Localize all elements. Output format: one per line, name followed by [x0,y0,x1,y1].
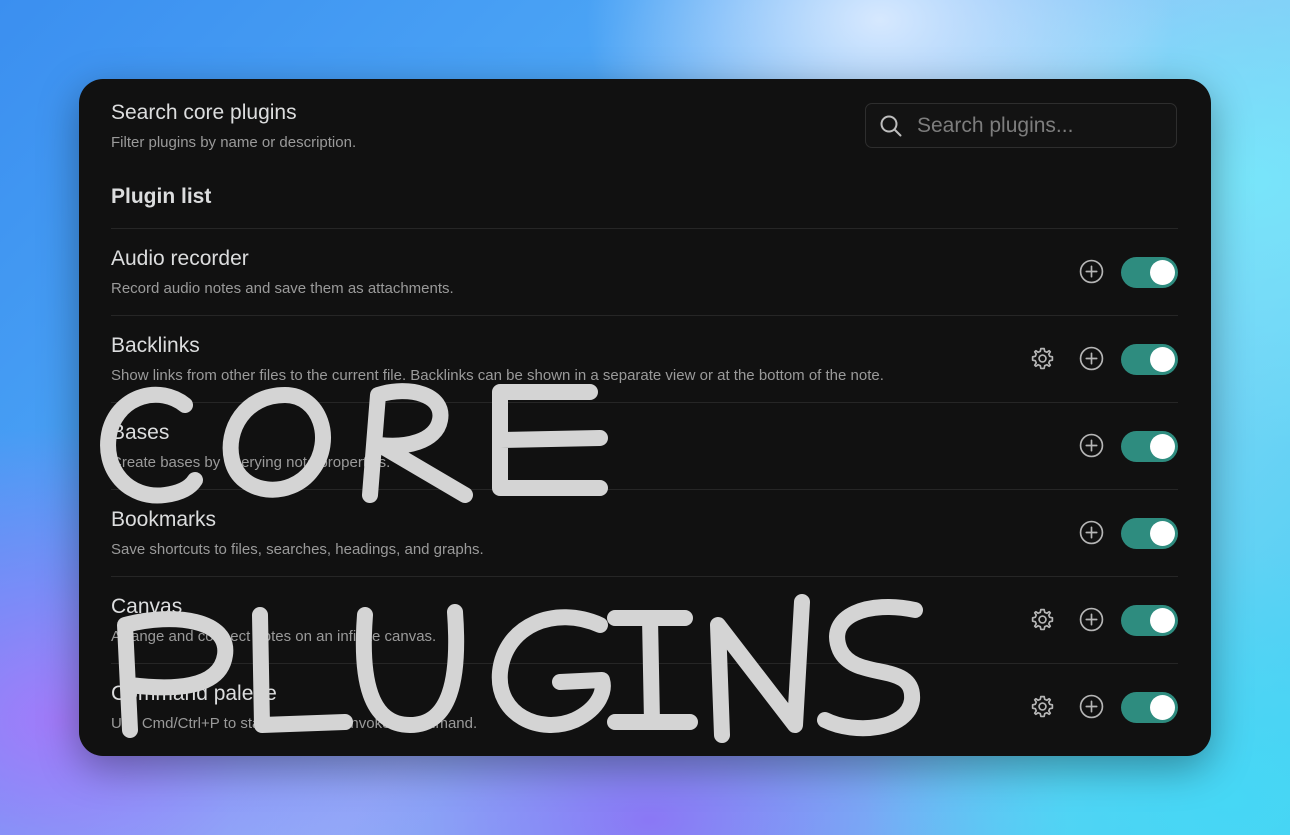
search-icon [880,115,902,136]
toggle-knob [1150,434,1175,459]
add-hotkey-icon[interactable] [1079,520,1104,545]
add-hotkey-icon[interactable] [1079,346,1104,371]
plugin-description: Save shortcuts to files, searches, headi… [111,541,484,558]
plugin-row: Audio recorder Record audio notes and sav… [111,228,1178,315]
plugin-description: Show links from other files to the curre… [111,367,884,384]
search-input[interactable] [915,112,1159,139]
toggle-knob [1150,608,1175,633]
add-hotkey-icon[interactable] [1079,259,1104,284]
search-section: Search core plugins Filter plugins by na… [111,101,356,152]
plugin-toggle[interactable] [1121,257,1178,288]
plugin-toggle[interactable] [1121,692,1178,723]
plugin-list: Audio recorder Record audio notes and sav… [111,228,1178,750]
add-hotkey-icon[interactable] [1079,607,1104,632]
plugin-row: Backlinks Show links from other files to … [111,315,1178,402]
settings-panel: Search core plugins Filter plugins by na… [79,79,1211,756]
plugin-description: Use Cmd/Ctrl+P to start typing and invok… [111,715,478,732]
plugin-description: Create bases by querying note properties… [111,454,391,471]
add-hotkey-icon[interactable] [1079,433,1104,458]
gear-icon[interactable] [1030,607,1055,632]
toggle-knob [1150,260,1175,285]
plugin-name: Canvas [111,595,183,618]
add-hotkey-icon[interactable] [1079,694,1104,719]
plugin-toggle[interactable] [1121,518,1178,549]
plugin-name: Audio recorder [111,247,249,270]
search-section-description: Filter plugins by name or description. [111,134,357,151]
plugin-row: Canvas Arrange and connect notes on an in… [111,576,1178,663]
toggle-knob [1150,521,1175,546]
toggle-knob [1150,695,1175,720]
toggle-knob [1150,347,1175,372]
search-box[interactable] [865,103,1177,148]
plugin-toggle[interactable] [1121,605,1178,636]
plugin-toggle[interactable] [1121,431,1178,462]
plugin-description: Record audio notes and save them as atta… [111,280,454,297]
plugin-name: Backlinks [111,334,200,357]
plugin-row: Bookmarks Save shortcuts to files, search… [111,489,1178,576]
plugin-description: Arrange and connect notes on an infinite… [111,628,437,645]
plugin-row: Bases Create bases by querying note prope… [111,402,1178,489]
gear-icon[interactable] [1030,694,1055,719]
plugin-toggle[interactable] [1121,344,1178,375]
plugin-row: Command palette Use Cmd/Ctrl+P to start t… [111,663,1178,750]
plugin-name: Bookmarks [111,508,217,531]
plugin-name: Command palette [111,682,277,705]
plugin-list-heading: Plugin list [111,185,212,208]
search-section-title: Search core plugins [111,101,297,124]
plugin-name: Bases [111,421,170,444]
gear-icon[interactable] [1030,346,1055,371]
